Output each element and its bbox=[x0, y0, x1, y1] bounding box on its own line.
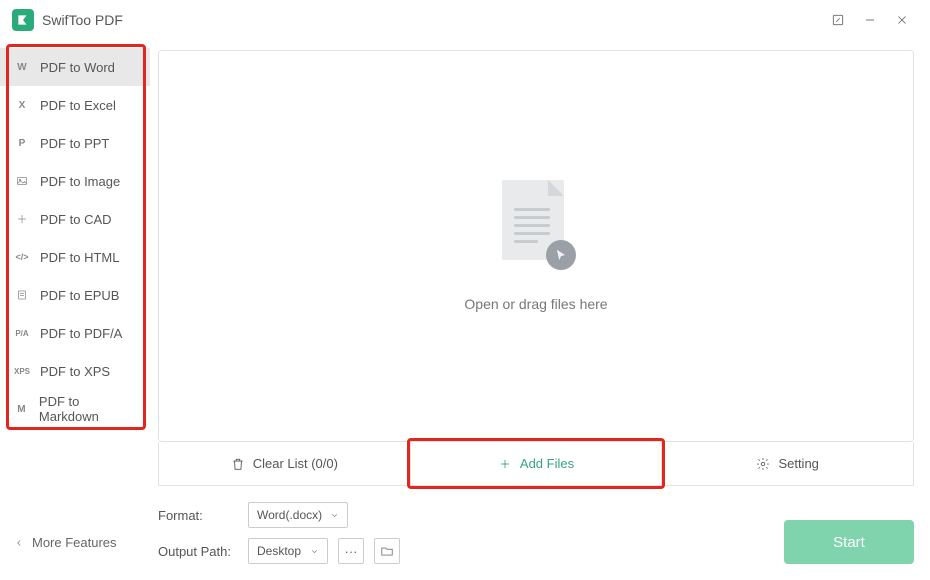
sidebar-item-label: PDF to Image bbox=[40, 174, 120, 189]
epub-icon bbox=[14, 289, 30, 301]
html-icon: </> bbox=[14, 252, 30, 262]
more-options-button[interactable]: ··· bbox=[338, 538, 364, 564]
titlebar: SwifToo PDF bbox=[0, 0, 930, 40]
output-path-label: Output Path: bbox=[158, 544, 238, 559]
sidebar-item-label: PDF to EPUB bbox=[40, 288, 119, 303]
sidebar-item-pdf-to-ppt[interactable]: P PDF to PPT bbox=[0, 124, 150, 162]
format-select[interactable]: Word(.docx) bbox=[248, 502, 348, 528]
browse-folder-button[interactable] bbox=[374, 538, 400, 564]
more-features-link[interactable]: More Features bbox=[0, 535, 150, 550]
sidebar-item-label: PDF to CAD bbox=[40, 212, 112, 227]
drop-zone[interactable]: Open or drag files here bbox=[158, 50, 914, 442]
plus-icon bbox=[498, 457, 512, 471]
app-title: SwifToo PDF bbox=[42, 12, 123, 28]
action-row: Clear List (0/0) Add Files Setting bbox=[158, 442, 914, 486]
setting-button[interactable]: Setting bbox=[662, 442, 913, 485]
sidebar-item-pdf-to-markdown[interactable]: M PDF to Markdown bbox=[0, 390, 150, 428]
close-button[interactable] bbox=[886, 4, 918, 36]
sidebar-item-pdf-to-html[interactable]: </> PDF to HTML bbox=[0, 238, 150, 276]
format-value: Word(.docx) bbox=[257, 508, 322, 522]
sidebar-item-label: PDF to Excel bbox=[40, 98, 116, 113]
clear-list-button[interactable]: Clear List (0/0) bbox=[159, 442, 410, 485]
sidebar-item-label: PDF to Markdown bbox=[39, 394, 136, 424]
excel-icon: X bbox=[14, 100, 30, 111]
chevron-left-icon bbox=[14, 538, 24, 548]
minimize-button[interactable] bbox=[854, 4, 886, 36]
pdfa-icon: P/A bbox=[14, 329, 30, 338]
sidebar-item-pdf-to-excel[interactable]: X PDF to Excel bbox=[0, 86, 150, 124]
trash-icon bbox=[231, 457, 245, 471]
drop-zone-text: Open or drag files here bbox=[464, 296, 607, 312]
sidebar-item-pdf-to-image[interactable]: PDF to Image bbox=[0, 162, 150, 200]
output-path-value: Desktop bbox=[257, 544, 301, 558]
sidebar: W PDF to Word X PDF to Excel P PDF to PP… bbox=[0, 40, 150, 580]
format-label: Format: bbox=[158, 508, 238, 523]
ppt-icon: P bbox=[14, 138, 30, 149]
sidebar-item-label: PDF to PPT bbox=[40, 136, 109, 151]
sidebar-item-pdf-to-pdfa[interactable]: P/A PDF to PDF/A bbox=[0, 314, 150, 352]
ellipsis-icon: ··· bbox=[345, 544, 358, 559]
titlebar-extra-button[interactable] bbox=[822, 4, 854, 36]
xps-icon: XPS bbox=[14, 367, 30, 376]
app-logo bbox=[12, 9, 34, 31]
file-illustration bbox=[496, 180, 576, 276]
sidebar-item-pdf-to-cad[interactable]: PDF to CAD bbox=[0, 200, 150, 238]
chevron-down-icon bbox=[310, 547, 319, 556]
folder-icon bbox=[380, 544, 394, 558]
setting-label: Setting bbox=[778, 456, 818, 471]
cursor-icon bbox=[546, 240, 576, 270]
add-files-label: Add Files bbox=[520, 456, 574, 471]
chevron-down-icon bbox=[330, 511, 339, 520]
output-path-select[interactable]: Desktop bbox=[248, 538, 328, 564]
clear-list-label: Clear List (0/0) bbox=[253, 456, 338, 471]
cad-icon bbox=[14, 213, 30, 225]
main-panel: Open or drag files here Clear List (0/0)… bbox=[150, 40, 930, 580]
sidebar-item-label: PDF to HTML bbox=[40, 250, 119, 265]
start-label: Start bbox=[833, 534, 865, 551]
sidebar-item-pdf-to-word[interactable]: W PDF to Word bbox=[0, 48, 150, 86]
image-icon bbox=[14, 175, 30, 187]
sidebar-item-pdf-to-xps[interactable]: XPS PDF to XPS bbox=[0, 352, 150, 390]
more-features-label: More Features bbox=[32, 535, 117, 550]
sidebar-item-label: PDF to Word bbox=[40, 60, 115, 75]
sidebar-item-pdf-to-epub[interactable]: PDF to EPUB bbox=[0, 276, 150, 314]
start-button[interactable]: Start bbox=[784, 520, 914, 564]
gear-icon bbox=[756, 457, 770, 471]
bottom-controls: Format: Word(.docx) Output Path: Desktop… bbox=[158, 502, 914, 564]
markdown-icon: M bbox=[14, 404, 29, 415]
sidebar-item-label: PDF to XPS bbox=[40, 364, 110, 379]
word-icon: W bbox=[14, 62, 30, 73]
add-files-button[interactable]: Add Files bbox=[410, 442, 663, 485]
sidebar-item-label: PDF to PDF/A bbox=[40, 326, 122, 341]
